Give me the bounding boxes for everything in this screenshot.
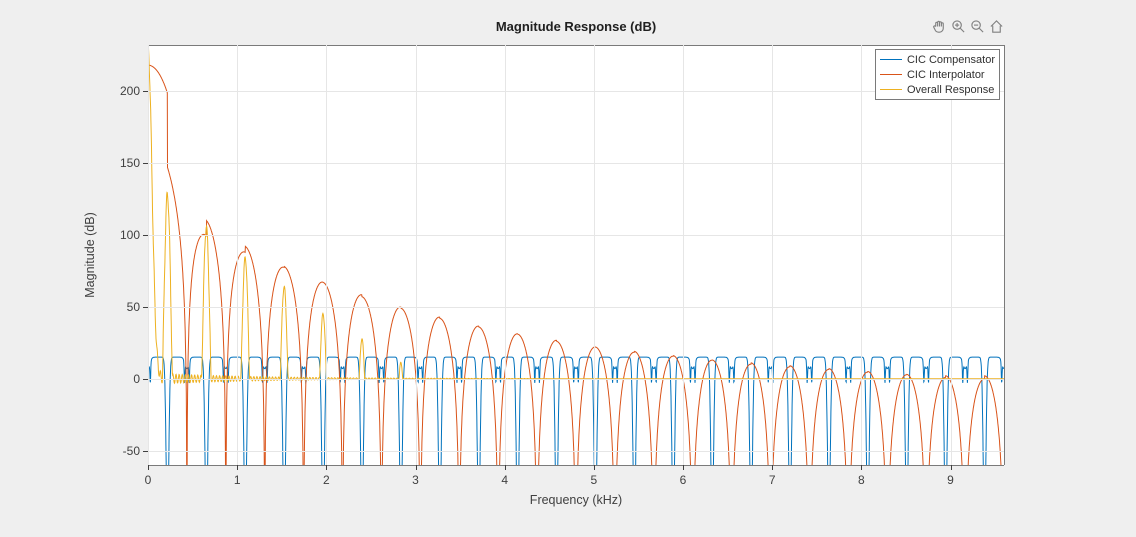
- legend-item[interactable]: Overall Response: [880, 82, 995, 97]
- legend-item[interactable]: CIC Interpolator: [880, 67, 995, 82]
- x-axis-label: Frequency (kHz): [530, 493, 622, 507]
- toolbar: [932, 19, 1004, 34]
- x-tick-label: 5: [590, 473, 597, 487]
- legend[interactable]: CIC Compensator CIC Interpolator Overall R…: [875, 49, 1000, 100]
- y-tick-label: 50: [118, 300, 140, 314]
- y-tick-label: 150: [118, 156, 140, 170]
- legend-label: Overall Response: [907, 84, 994, 96]
- legend-label: CIC Compensator: [907, 54, 995, 66]
- y-tick-label: 100: [118, 228, 140, 242]
- y-tick-label: 0: [118, 372, 140, 386]
- x-tick-label: 2: [323, 473, 330, 487]
- zoom-out-icon[interactable]: [970, 19, 985, 34]
- zoom-in-icon[interactable]: [951, 19, 966, 34]
- x-tick-label: 1: [234, 473, 241, 487]
- y-tick-label: -50: [118, 444, 140, 458]
- x-tick-label: 4: [501, 473, 508, 487]
- legend-swatch: [880, 74, 902, 75]
- x-tick-label: 6: [680, 473, 687, 487]
- y-axis-label: Magnitude (dB): [83, 212, 97, 297]
- legend-swatch: [880, 59, 902, 60]
- x-tick-label: 9: [947, 473, 954, 487]
- legend-item[interactable]: CIC Compensator: [880, 52, 995, 67]
- x-tick-label: 3: [412, 473, 419, 487]
- x-tick-label: 0: [145, 473, 152, 487]
- x-tick-label: 8: [858, 473, 865, 487]
- chart-figure: 0 1 2 3 4 5 6 7 8 9 -50 0 50 100 150 200 Magnitude Resp…: [0, 0, 1136, 537]
- pan-icon[interactable]: [932, 19, 947, 34]
- home-icon[interactable]: [989, 19, 1004, 34]
- legend-label: CIC Interpolator: [907, 69, 985, 81]
- x-tick-label: 7: [769, 473, 776, 487]
- legend-swatch: [880, 89, 902, 90]
- chart-title: Magnitude Response (dB): [496, 19, 656, 34]
- plot-area[interactable]: [148, 45, 1004, 465]
- y-tick-label: 200: [118, 84, 140, 98]
